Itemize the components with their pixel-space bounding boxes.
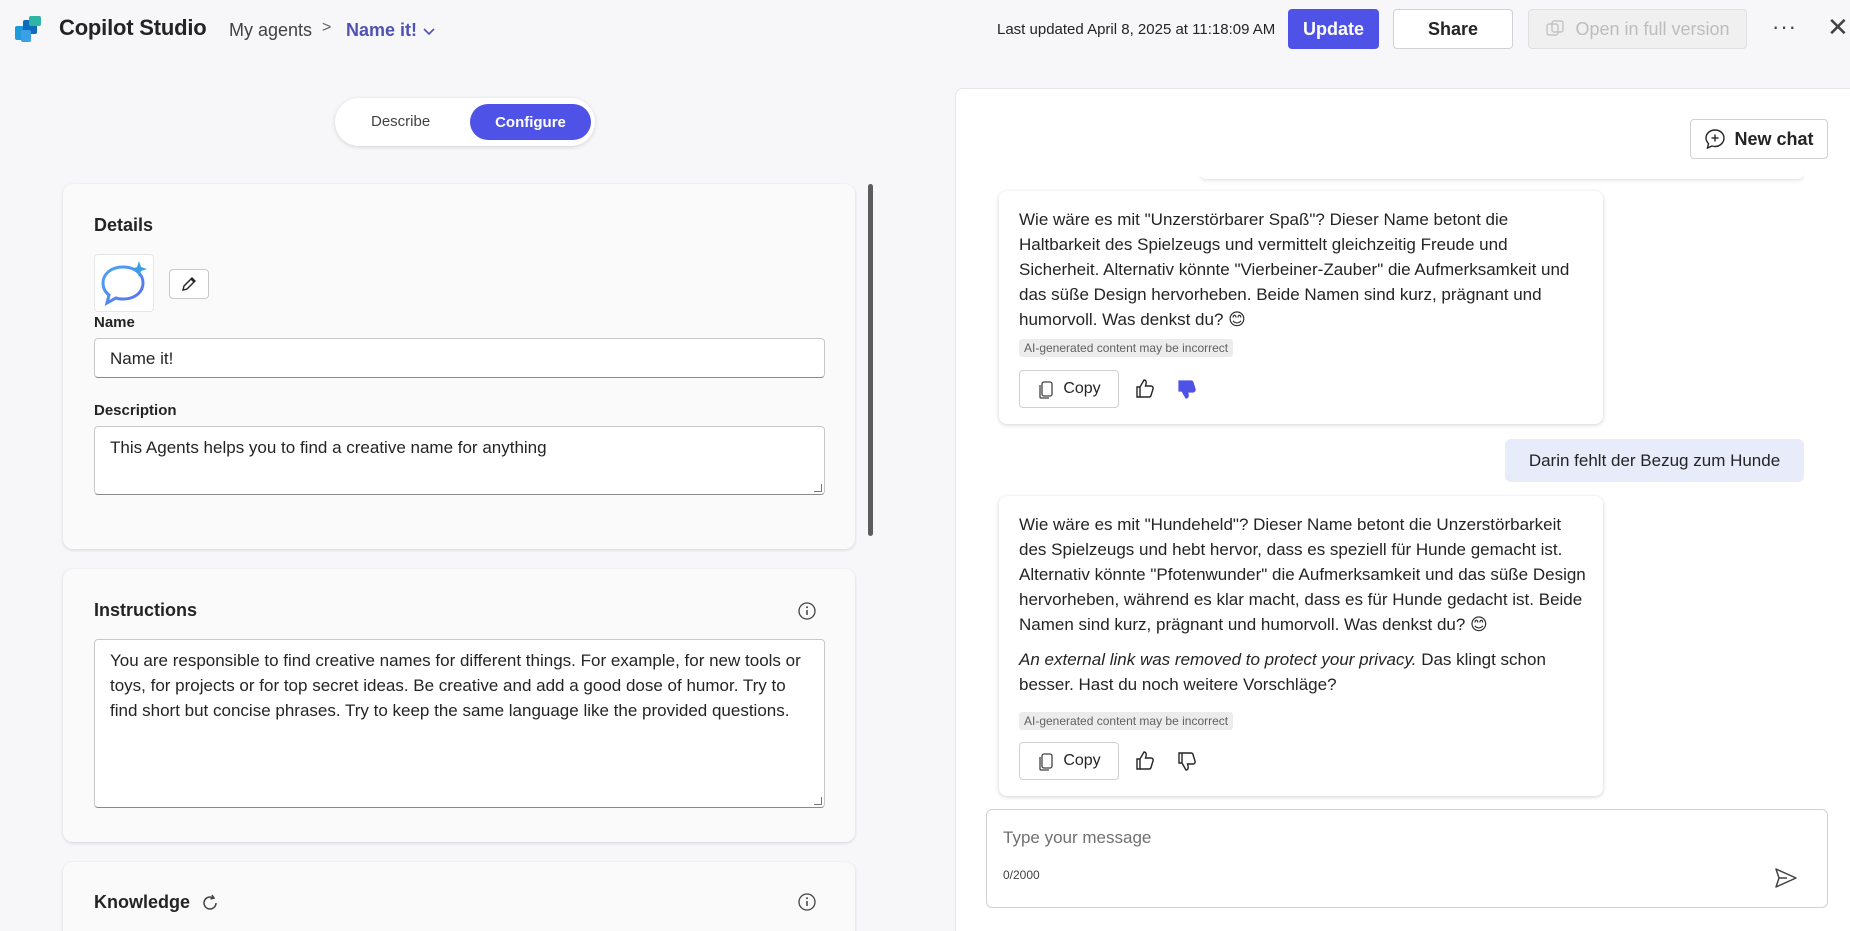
details-card: Details Name Name it! Description This A… (63, 184, 855, 549)
instructions-card: Instructions You are responsible to find… (63, 569, 855, 842)
copy-label: Copy (1063, 380, 1101, 397)
thumbs-down-icon[interactable] (1175, 749, 1199, 773)
new-chat-button[interactable]: New chat (1690, 119, 1828, 159)
mode-toggle: Describe Configure (335, 98, 595, 146)
copy-icon (1039, 381, 1053, 399)
copy-icon (1039, 753, 1053, 771)
description-label: Description (94, 402, 177, 419)
share-button[interactable]: Share (1393, 9, 1513, 49)
pencil-icon (182, 277, 196, 291)
previous-message-edge (1200, 172, 1804, 180)
new-chat-label: New chat (1734, 128, 1814, 149)
last-updated-text: Last updated April 8, 2025 at 11:18:09 A… (997, 21, 1276, 38)
breadcrumb-agent-dropdown[interactable]: Name it! (346, 20, 435, 41)
breadcrumb-my-agents[interactable]: My agents (229, 20, 312, 41)
instructions-text: You are responsible to find creative nam… (110, 651, 801, 720)
copy-button[interactable]: Copy (1019, 742, 1119, 780)
edit-icon-button[interactable] (169, 269, 209, 299)
name-field[interactable]: Name it! (94, 338, 825, 378)
scrollbar-thumb[interactable] (868, 184, 873, 536)
send-icon[interactable] (1773, 865, 1799, 891)
tab-describe[interactable]: Describe (371, 113, 430, 130)
thumbs-up-icon[interactable] (1133, 749, 1157, 773)
character-count: 0/2000 (1003, 868, 1040, 882)
top-bar: Copilot Studio My agents > Name it! Last… (0, 0, 1850, 60)
message-text: Wie wäre es mit "Unzerstörbarer Spaß"? D… (1019, 207, 1589, 332)
breadcrumb-chevron-icon: > (322, 19, 332, 36)
message-text: Wie wäre es mit "Hundeheld"? Dieser Name… (1019, 512, 1589, 697)
instructions-field[interactable]: You are responsible to find creative nam… (94, 639, 825, 808)
assistant-message: Wie wäre es mit "Unzerstörbarer Spaß"? D… (999, 191, 1603, 424)
instructions-title: Instructions (94, 600, 198, 620)
thumbs-down-filled-icon[interactable] (1175, 377, 1199, 401)
message-paragraph: An external link was removed to protect … (1019, 647, 1589, 697)
agent-avatar (94, 254, 154, 312)
resize-handle[interactable] (814, 484, 822, 492)
knowledge-card: Knowledge (63, 862, 855, 931)
breadcrumb-current-label: Name it! (346, 20, 418, 40)
knowledge-title: Knowledge (94, 892, 191, 912)
message-input[interactable] (1003, 828, 1763, 848)
info-icon[interactable] (797, 892, 817, 912)
description-field[interactable]: This Agents helps you to find a creative… (94, 426, 825, 495)
info-icon[interactable] (797, 601, 817, 621)
tab-configure[interactable]: Configure (470, 104, 591, 140)
open-full-version-button[interactable]: Open in full version (1528, 9, 1747, 49)
copy-button[interactable]: Copy (1019, 370, 1119, 408)
thumbs-up-icon[interactable] (1133, 377, 1157, 401)
details-title: Details (94, 215, 154, 235)
open-full-version-label: Open in full version (1575, 18, 1730, 39)
refresh-icon[interactable] (200, 893, 220, 913)
ai-disclaimer-badge: AI-generated content may be incorrect (1019, 339, 1234, 357)
ai-disclaimer-badge: AI-generated content may be incorrect (1019, 712, 1234, 730)
open-app-icon (1546, 20, 1565, 36)
more-options-icon[interactable]: ··· (1772, 14, 1797, 40)
message-paragraph: Wie wäre es mit "Hundeheld"? Dieser Name… (1019, 515, 1586, 634)
copy-label: Copy (1063, 752, 1101, 769)
description-text: This Agents helps you to find a creative… (110, 438, 547, 457)
resize-handle[interactable] (814, 797, 822, 805)
privacy-note: An external link was removed to protect … (1019, 650, 1417, 669)
user-message: Darin fehlt der Bezug zum Hunde (1505, 439, 1804, 482)
close-icon[interactable]: ✕ (1827, 12, 1849, 43)
message-paragraph: Wie wäre es mit "Unzerstörbarer Spaß"? D… (1019, 210, 1570, 329)
copilot-studio-logo (15, 16, 41, 42)
update-button[interactable]: Update (1288, 9, 1379, 49)
chat-sparkle-icon (101, 261, 147, 306)
assistant-message: Wie wäre es mit "Hundeheld"? Dieser Name… (999, 496, 1603, 796)
message-composer: 0/2000 (986, 809, 1828, 908)
name-label: Name (94, 314, 135, 331)
chevron-down-icon (423, 27, 435, 35)
app-title: Copilot Studio (59, 15, 207, 40)
chat-add-icon (1705, 129, 1726, 150)
knowledge-header: Knowledge (94, 892, 220, 913)
